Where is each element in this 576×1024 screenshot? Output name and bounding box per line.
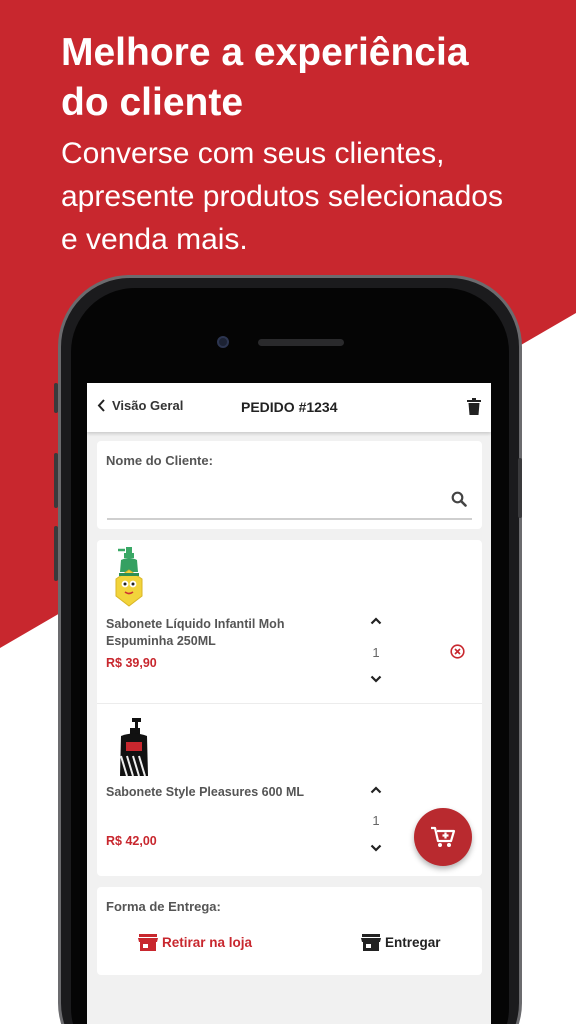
earpiece-speaker <box>258 339 344 346</box>
subhead-line: e venda mais. <box>61 223 248 256</box>
customer-card: Nome do Cliente: <box>97 441 482 529</box>
chevron-up-icon[interactable] <box>370 617 382 625</box>
app-screen: Visão Geral PEDIDO #1234 Nome do Cliente… <box>87 383 491 1024</box>
app-bar: Visão Geral PEDIDO #1234 <box>87 383 491 432</box>
quantity-value: 1 <box>372 645 380 660</box>
product-name-line: Sabonete Style Pleasures 600 ML <box>106 785 305 799</box>
divider <box>97 703 482 704</box>
delete-order-button[interactable] <box>467 398 481 418</box>
product-name-line: Sabonete Líquido Infantil Moh <box>106 617 285 631</box>
back-label: Visão Geral <box>112 398 184 413</box>
mute-switch <box>54 383 58 413</box>
back-button[interactable]: Visão Geral <box>97 398 183 413</box>
input-underline <box>107 518 472 520</box>
product-image <box>120 718 148 777</box>
trash-icon <box>467 398 481 415</box>
product-image <box>115 547 143 607</box>
subhead-line: Converse com seus clientes, <box>61 137 445 170</box>
search-icon[interactable] <box>451 491 467 507</box>
headline-line: do cliente <box>61 81 244 124</box>
chevron-down-icon[interactable] <box>370 844 382 852</box>
headline-line: Melhore a experiência <box>61 31 469 74</box>
customer-name-input[interactable] <box>107 489 437 515</box>
delivery-label: Forma de Entrega: <box>106 899 221 914</box>
product-name: Sabonete Líquido Infantil Moh Espuminha … <box>106 616 346 650</box>
front-camera <box>217 336 229 348</box>
promo-subhead: Converse com seus clientes, apresente pr… <box>61 132 561 261</box>
delivery-option[interactable]: Entregar <box>361 934 441 951</box>
store-icon <box>138 934 158 951</box>
volume-down-button <box>54 526 58 581</box>
remove-circle-icon[interactable] <box>450 644 465 659</box>
product-price: R$ 39,90 <box>106 656 157 670</box>
chevron-left-icon <box>97 399 105 412</box>
product-name-line: Espuminha 250ML <box>106 634 216 648</box>
delivery-card: Forma de Entrega: Retirar na loja Entreg… <box>97 887 482 975</box>
chevron-down-icon[interactable] <box>370 675 382 683</box>
quantity-value: 1 <box>372 813 380 828</box>
subhead-line: apresente produtos selecionados <box>61 180 503 213</box>
pickup-label: Retirar na loja <box>162 935 253 950</box>
store-icon <box>361 934 381 951</box>
add-to-cart-button[interactable] <box>414 808 472 866</box>
chevron-up-icon[interactable] <box>370 786 382 794</box>
product-price: R$ 42,00 <box>106 834 157 848</box>
power-button <box>518 458 522 518</box>
pickup-option[interactable]: Retirar na loja <box>138 934 252 951</box>
promo-headline: Melhore a experiência do cliente <box>61 28 561 128</box>
volume-up-button <box>54 453 58 508</box>
delivery-label-text: Entregar <box>385 935 441 950</box>
add-to-cart-icon <box>431 826 456 847</box>
customer-label: Nome do Cliente: <box>106 453 213 468</box>
product-name: Sabonete Style Pleasures 600 ML <box>106 784 346 801</box>
page-title: PEDIDO #1234 <box>241 399 338 415</box>
